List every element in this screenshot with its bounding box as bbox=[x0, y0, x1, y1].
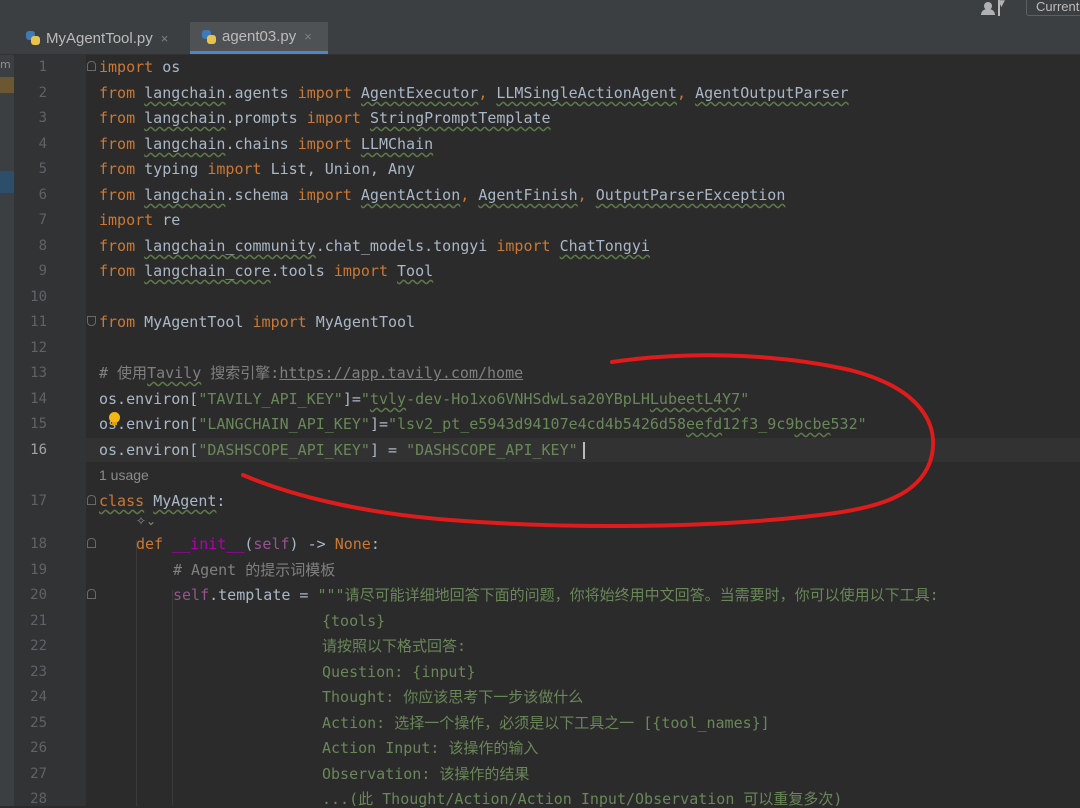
annotation-stroke bbox=[241, 353, 936, 529]
red-annotation-circle bbox=[241, 353, 936, 529]
